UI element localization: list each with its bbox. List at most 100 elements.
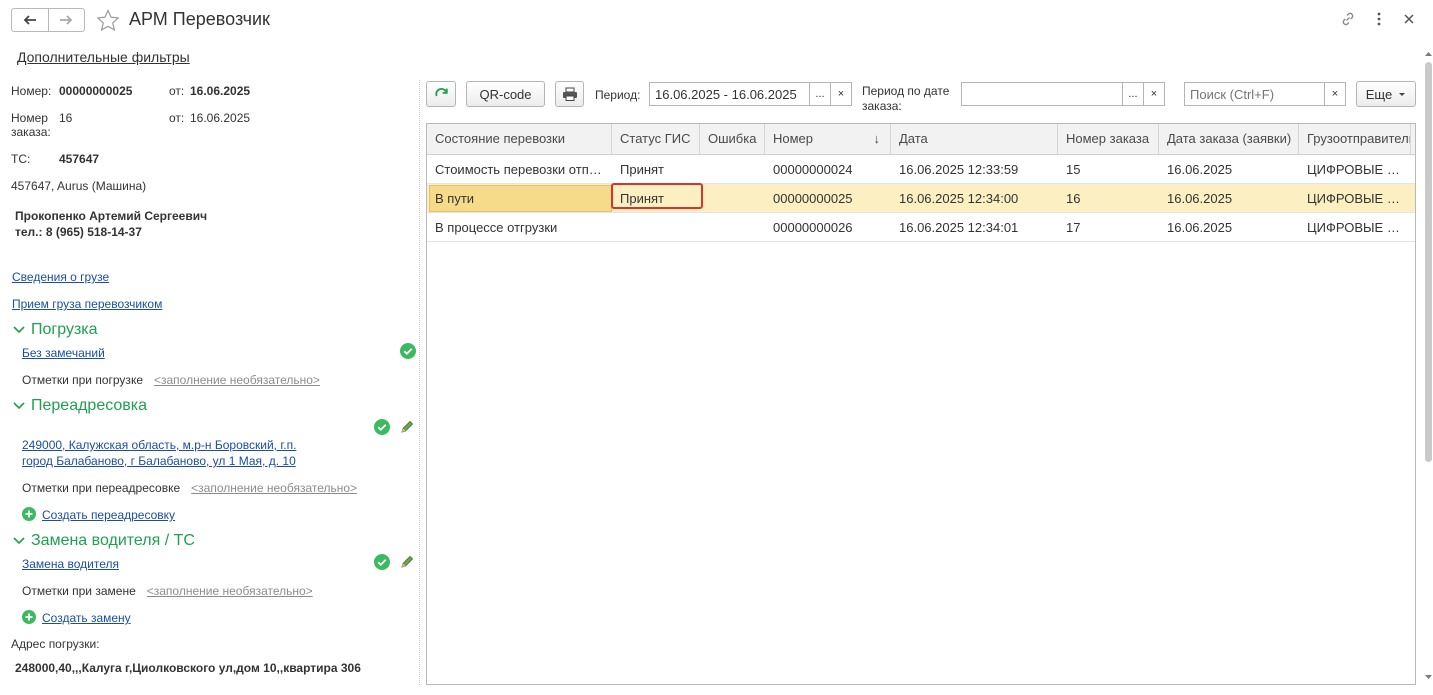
cell-order-number: 16 [1066, 191, 1081, 206]
pencil-icon[interactable] [400, 555, 414, 569]
panel-splitter[interactable] [419, 80, 420, 685]
redirect-notes: Отметки при переадресовке <заполнение нео… [22, 481, 357, 495]
table-row[interactable]: В процессе отгрузки 00000000026 16.06.20… [427, 213, 1415, 242]
redirect-group-header[interactable]: Переадресовка [13, 397, 147, 415]
page-title: АРМ Перевозчик [129, 9, 270, 29]
scroll-down-icon[interactable] [1424, 673, 1433, 681]
order-period-input[interactable] [961, 82, 1123, 106]
cell-order-date: 16.06.2025 [1167, 191, 1233, 206]
period-label: Период: [595, 88, 641, 102]
more-button-label: Еще [1365, 86, 1393, 102]
driver-change-notes-label: Отметки при замене [22, 584, 136, 598]
back-button[interactable] [12, 9, 48, 31]
column-header-error[interactable]: Ошибка [700, 124, 765, 154]
table-row-selected[interactable]: В пути Принят 00000000025 16.06.2025 12:… [427, 183, 1415, 213]
redirect-notes-label: Отметки при переадресовке [22, 481, 181, 495]
column-header-shipper[interactable]: Грузоотправитель [1299, 124, 1411, 154]
cell-gis-status[interactable]: Принят [612, 184, 700, 212]
sort-desc-icon: ↓ [873, 131, 881, 146]
column-header-number[interactable]: Номер ↓ [765, 124, 891, 154]
arrow-right-icon [60, 15, 73, 25]
search-input[interactable] [1184, 82, 1326, 106]
period-clear-button[interactable]: × [830, 82, 852, 106]
loading-group-header[interactable]: Погрузка [13, 321, 98, 339]
driver-name: Прокопенко Артемий Сергеевич [15, 209, 208, 223]
cell-shipper: ЦИФРОВЫЕ ТЕХНОЛОГИИ [1307, 162, 1411, 177]
column-header-gis-status[interactable]: Статус ГИС [612, 124, 700, 154]
additional-filters-link[interactable]: Дополнительные фильтры [17, 49, 190, 65]
column-header-order-number[interactable]: Номер заказа [1058, 124, 1159, 154]
cell-error [700, 213, 765, 241]
cell-error [700, 155, 765, 183]
driver-change-notes-input[interactable]: <заполнение необязательно> [147, 584, 313, 598]
redirect-address-line-1[interactable]: 249000, Калужская область, м.р-н Боровск… [22, 438, 296, 452]
cell-order-date: 16.06.2025 [1167, 220, 1233, 235]
create-replacement-link[interactable]: Создать замену [42, 611, 131, 625]
favorite-star-icon[interactable] [96, 9, 120, 31]
cell-date: 16.06.2025 12:33:59 [899, 162, 1019, 177]
cell-shipper: ЦИФРОВЫЕ ТЕХНОЛОГИИ [1307, 220, 1411, 235]
qr-code-button[interactable]: QR-code [466, 81, 545, 107]
more-button[interactable]: Еще [1356, 81, 1416, 107]
loading-group-title: Погрузка [31, 321, 98, 338]
cell-state: В пути [435, 191, 475, 206]
cell-order-number: 15 [1066, 162, 1081, 177]
redirect-address-line-2[interactable]: город Балабаново, г Балабаново, ул 1 Мая… [22, 454, 296, 468]
vehicle-description: 457647, Aurus (Машина) [11, 179, 147, 193]
close-icon [1404, 14, 1414, 24]
column-header-date[interactable]: Дата [891, 124, 1058, 154]
order-from-value: 16.06.2025 [190, 111, 251, 125]
loading-address-value: 248000,40,,,Калуга г,Циолковского ул,дом… [15, 661, 361, 675]
no-remarks-link[interactable]: Без замечаний [22, 346, 105, 360]
column-header-state[interactable]: Состояние перевозки [427, 124, 612, 154]
from-label: от: [169, 84, 185, 98]
loading-notes-input[interactable]: <заполнение необязательно> [154, 373, 320, 387]
history-nav [11, 8, 85, 32]
chevron-down-icon [13, 402, 25, 410]
forward-button[interactable] [47, 9, 85, 31]
cell-order-date: 16.06.2025 [1167, 162, 1233, 177]
create-redirect-link[interactable]: Создать переадресовку [42, 508, 175, 522]
plus-circle-icon [22, 610, 36, 624]
cell-order-number: 17 [1066, 220, 1081, 235]
link-button[interactable] [1339, 10, 1357, 28]
order-number-label-2: заказа: [11, 125, 51, 139]
from-value: 16.06.2025 [190, 84, 251, 98]
cargo-accept-link[interactable]: Прием груза перевозчиком [12, 297, 162, 311]
driver-change-group-header[interactable]: Замена водителя / ТС [13, 532, 195, 550]
vehicle-label: ТС: [11, 152, 31, 166]
print-button[interactable] [555, 81, 584, 107]
order-period-label: Период по дате [862, 84, 950, 98]
plus-circle-icon [22, 507, 36, 521]
period-select-button[interactable]: ... [809, 82, 831, 106]
search-clear-button[interactable]: × [1324, 82, 1346, 106]
order-number-label: Номер [11, 111, 48, 125]
loading-notes: Отметки при погрузке <заполнение необязат… [22, 373, 320, 387]
loading-address-label: Адрес погрузки: [11, 637, 100, 651]
order-period-select-button[interactable]: ... [1122, 82, 1144, 106]
table-header: Состояние перевозки Статус ГИС Ошибка Но… [427, 124, 1415, 155]
close-button[interactable] [1400, 10, 1418, 28]
chevron-down-icon [13, 326, 25, 334]
driver-change-group-title: Замена водителя / ТС [31, 532, 195, 549]
cargo-info-link[interactable]: Сведения о грузе [12, 270, 109, 284]
column-header-order-date[interactable]: Дата заказа (заявки) [1159, 124, 1299, 154]
order-period-clear-button[interactable]: × [1143, 82, 1165, 106]
driver-phone: тел.: 8 (965) 518-14-37 [15, 225, 142, 239]
cell-state: Стоимость перевозки отправлена [435, 162, 612, 177]
redirect-notes-input[interactable]: <заполнение необязательно> [191, 481, 357, 495]
period-input[interactable]: 16.06.2025 - 16.06.2025 [649, 82, 810, 106]
link-icon [1342, 12, 1354, 26]
scroll-up-icon[interactable] [1424, 50, 1433, 58]
pencil-icon[interactable] [400, 420, 414, 434]
check-circle-icon [374, 419, 390, 435]
cell-gis-status [612, 213, 700, 241]
cell-shipper: ЦИФРОВЫЕ ТЕХНОЛОГИИ [1307, 191, 1411, 206]
table-row[interactable]: Стоимость перевозки отправлена Принят 00… [427, 155, 1415, 184]
driver-change-link[interactable]: Замена водителя [22, 557, 119, 571]
vehicle-value: 457647 [59, 152, 100, 166]
refresh-button[interactable] [426, 81, 456, 107]
more-menu-button[interactable] [1370, 10, 1388, 28]
vertical-scrollbar-thumb[interactable] [1425, 62, 1432, 462]
cell-number: 00000000024 [773, 162, 853, 177]
